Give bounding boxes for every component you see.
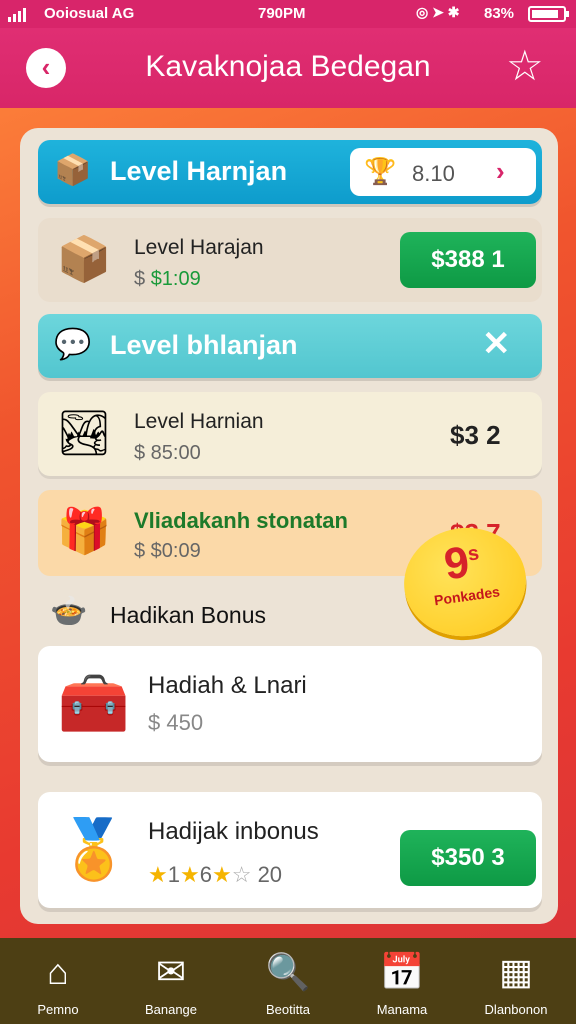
bonus-price: $ 450 bbox=[148, 710, 204, 735]
section-title: Level bhlanjan bbox=[110, 330, 298, 360]
bottom-nav: ⌂ Pemno ✉ Banange 🔍 Beotitta 📅 Manama ▦ Dlanb… bbox=[0, 938, 576, 1024]
badge-sup: s bbox=[466, 542, 481, 566]
bowl-icon: 🍲 bbox=[50, 595, 88, 628]
medal-icon: 🏅 bbox=[57, 817, 131, 882]
nav-item-search[interactable]: 🔍 Beotitta bbox=[238, 950, 338, 1017]
content-panel: 📦 Level Harnjan 🏆 8.10 › 📦 Level Harajan… bbox=[20, 128, 558, 924]
grid-icon: ▦ bbox=[498, 951, 533, 992]
signal-icon bbox=[8, 8, 26, 22]
home-icon: ⌂ bbox=[47, 951, 69, 992]
search-icon: 🔍 bbox=[265, 951, 311, 992]
star-icon: ☆ bbox=[506, 42, 544, 89]
nav-item-mail[interactable]: ✉ Banange bbox=[121, 950, 221, 1017]
item-price: $3 2 bbox=[450, 420, 501, 450]
section-title: Level Harnjan bbox=[110, 156, 288, 186]
item-name: Vliadakanh stonatan bbox=[134, 508, 348, 533]
bonus-title: Hadikan Bonus bbox=[110, 602, 266, 628]
claim-button[interactable]: $350 3 bbox=[400, 830, 536, 886]
carrier-name: Ooiosual AG bbox=[44, 5, 135, 22]
status-icons: ◎ ➤ ✱ bbox=[416, 4, 460, 20]
bonus-card[interactable]: 🧰 Hadiah & Lnari $ 450 bbox=[38, 646, 542, 762]
gift-icon: 🎁 bbox=[56, 507, 112, 556]
list-item[interactable]: 🏞 Level Harnian $ 85:00 $3 2 bbox=[38, 392, 542, 476]
nav-item-home[interactable]: ⌂ Pemno bbox=[8, 950, 108, 1017]
box-character-icon: 📦 bbox=[56, 235, 112, 284]
list-item: 📦 Level Harajan $ $1:09 $388 1 bbox=[38, 218, 542, 302]
page-title: Kavaknojaa Bedegan bbox=[145, 50, 431, 83]
app-header: ‹ Kavaknojaa Bedegan ☆ bbox=[0, 28, 576, 108]
landscape-icon: 🏞 bbox=[56, 409, 112, 458]
calendar-icon: 📅 bbox=[379, 951, 425, 992]
item-sub: $ $0:09 bbox=[134, 540, 201, 562]
trophy-icon: 🏆 bbox=[364, 156, 397, 186]
bonus-name: Hadijak inbonus bbox=[148, 818, 319, 845]
chevron-right-icon: › bbox=[496, 156, 505, 186]
treasure-chest-icon: 🧰 bbox=[57, 671, 131, 736]
battery-percent: 83% bbox=[484, 5, 515, 22]
section-header-bhlanjan[interactable]: 💬 Level bhlanjan ✕ bbox=[38, 314, 542, 378]
heart-icon: 💬 bbox=[54, 328, 92, 361]
section-header-level[interactable]: 📦 Level Harnjan 🏆 8.10 › bbox=[38, 140, 542, 204]
status-time: 790PM bbox=[258, 5, 306, 22]
level-pill[interactable]: 🏆 8.10 › bbox=[350, 148, 536, 196]
close-icon[interactable]: ✕ bbox=[482, 324, 511, 364]
nav-item-grid[interactable]: ▦ Dlanbonon bbox=[466, 950, 566, 1017]
rating-stars: ★1★6★☆ 20 bbox=[148, 862, 283, 887]
favorite-button[interactable]: ☆ bbox=[506, 42, 544, 90]
crate-icon: 📦 bbox=[54, 154, 92, 187]
item-name: Level Harnian bbox=[134, 410, 264, 433]
buy-button[interactable]: $388 1 bbox=[400, 232, 536, 288]
bonus-name: Hadiah & Lnari bbox=[148, 672, 307, 699]
mail-icon: ✉ bbox=[155, 951, 187, 992]
bonus-card[interactable]: 🏅 Hadijak inbonus ★1★6★☆ 20 $350 3 bbox=[38, 792, 542, 908]
status-bar: Ooiosual AG 790PM ◎ ➤ ✱ 83% bbox=[0, 0, 576, 28]
item-sub: $ 85:00 bbox=[134, 442, 201, 464]
battery-icon bbox=[528, 6, 569, 22]
nav-item-calendar[interactable]: 📅 Manama bbox=[352, 950, 452, 1017]
item-price: $ $1:09 bbox=[134, 268, 201, 290]
level-value: 8.10 bbox=[412, 161, 455, 186]
item-name: Level Harajan bbox=[134, 236, 264, 259]
